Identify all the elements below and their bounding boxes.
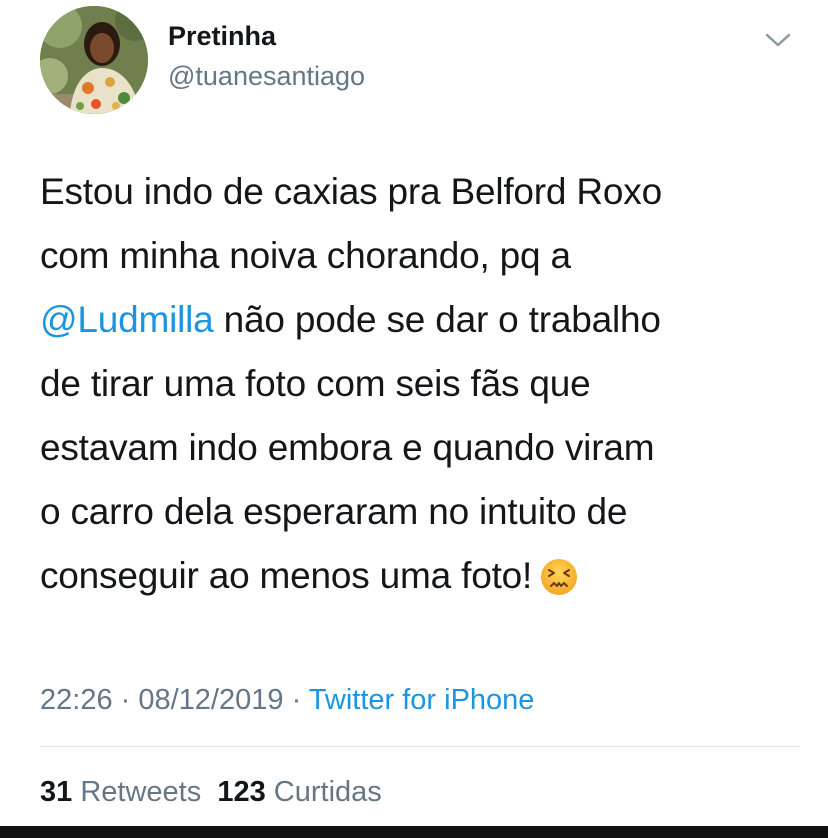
separator-dot: · — [112, 684, 139, 716]
tweet-text-line: estavam indo embora e quando viram — [40, 427, 655, 468]
tweet-text-segment: não pode se dar o trabalho — [213, 299, 661, 340]
tweet-metadata: 22:26 · 08/12/2019 · Twitter for iPhone — [40, 680, 534, 720]
tweet-source-link[interactable]: Twitter for iPhone — [309, 684, 535, 716]
retweets-count: 31 — [40, 776, 73, 808]
tweet-card: Pretinha @tuanesantiago Estou indo de ca… — [0, 0, 828, 838]
tweet-time: 22:26 — [40, 684, 113, 716]
tweet-text-line: com minha noiva chorando, pq a — [40, 235, 571, 276]
tweet-text-line: de tirar uma foto com seis fãs que — [40, 363, 591, 404]
likes-stat[interactable]: 123 Curtidas — [217, 776, 381, 808]
user-handle[interactable]: @tuanesantiago — [168, 60, 365, 92]
likes-count: 123 — [217, 776, 266, 808]
mention-link[interactable]: @Ludmilla — [40, 299, 214, 340]
persevering-face-emoji — [540, 552, 578, 616]
retweets-stat[interactable]: 31 Retweets — [40, 776, 201, 808]
tweet-text-line: o carro dela esperaram no intuito de — [40, 491, 628, 532]
tweet-stats: 31 Retweets 123 Curtidas — [40, 772, 382, 812]
tweet-text-line: Estou indo de caxias pra Belford Roxo — [40, 171, 662, 212]
more-options-button[interactable] — [758, 26, 798, 54]
tweet-text: Estou indo de caxias pra Belford Roxo co… — [40, 160, 800, 616]
tweet-text-line: conseguir ao menos uma foto! — [40, 544, 800, 616]
tweet-text-line: @Ludmilla não pode se dar o trabalho — [40, 288, 800, 352]
tweet-text-segment: conseguir ao menos uma foto! — [40, 555, 533, 596]
tweet-date: 08/12/2019 — [138, 684, 284, 716]
retweets-label: Retweets — [72, 776, 202, 808]
avatar[interactable] — [40, 6, 148, 114]
divider — [40, 746, 800, 747]
separator-dot: · — [283, 684, 309, 716]
likes-label: Curtidas — [265, 776, 382, 808]
display-name[interactable]: Pretinha — [168, 20, 276, 52]
bottom-border — [0, 826, 828, 838]
chevron-down-icon — [765, 33, 791, 47]
